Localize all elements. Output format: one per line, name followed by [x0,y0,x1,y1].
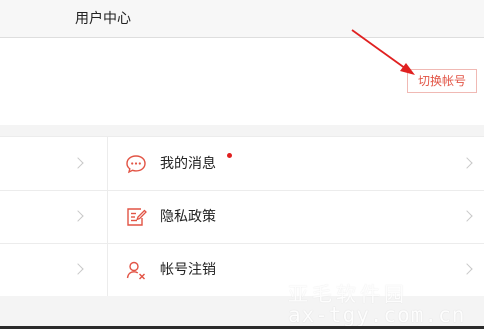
menu-item-label: 我的消息 [160,156,216,172]
page-title: 用户中心 [75,11,131,27]
footer-area [0,296,484,329]
chevron-right-icon [72,263,84,275]
account-panel: 切换帐号 [0,38,484,125]
unread-badge [227,153,232,158]
menu-item-privacy[interactable]: 隐私政策 [108,190,484,243]
chevron-right-icon [461,157,473,169]
chevron-right-icon [461,210,473,222]
menu-item-label: 隐私政策 [160,209,216,225]
document-edit-icon [127,208,147,226]
menu-item-delete-account[interactable]: 帐号注销 [108,243,484,296]
menu-item-messages[interactable]: 我的消息 [108,137,484,190]
menu-left-item[interactable] [0,243,107,296]
menu-item-label: 帐号注销 [160,262,216,278]
menu-left-item[interactable] [0,137,107,190]
chevron-right-icon [72,157,84,169]
switch-account-button[interactable]: 切换帐号 [407,69,477,93]
top-bar: 用户中心 [0,0,484,38]
chat-bubble-icon [126,155,146,174]
menu-left-item[interactable] [0,190,107,243]
menu-grid: 我的消息 隐私政策 帐号注销 [0,136,484,297]
chevron-right-icon [461,263,473,275]
user-remove-icon [126,261,145,280]
chevron-right-icon [72,210,84,222]
